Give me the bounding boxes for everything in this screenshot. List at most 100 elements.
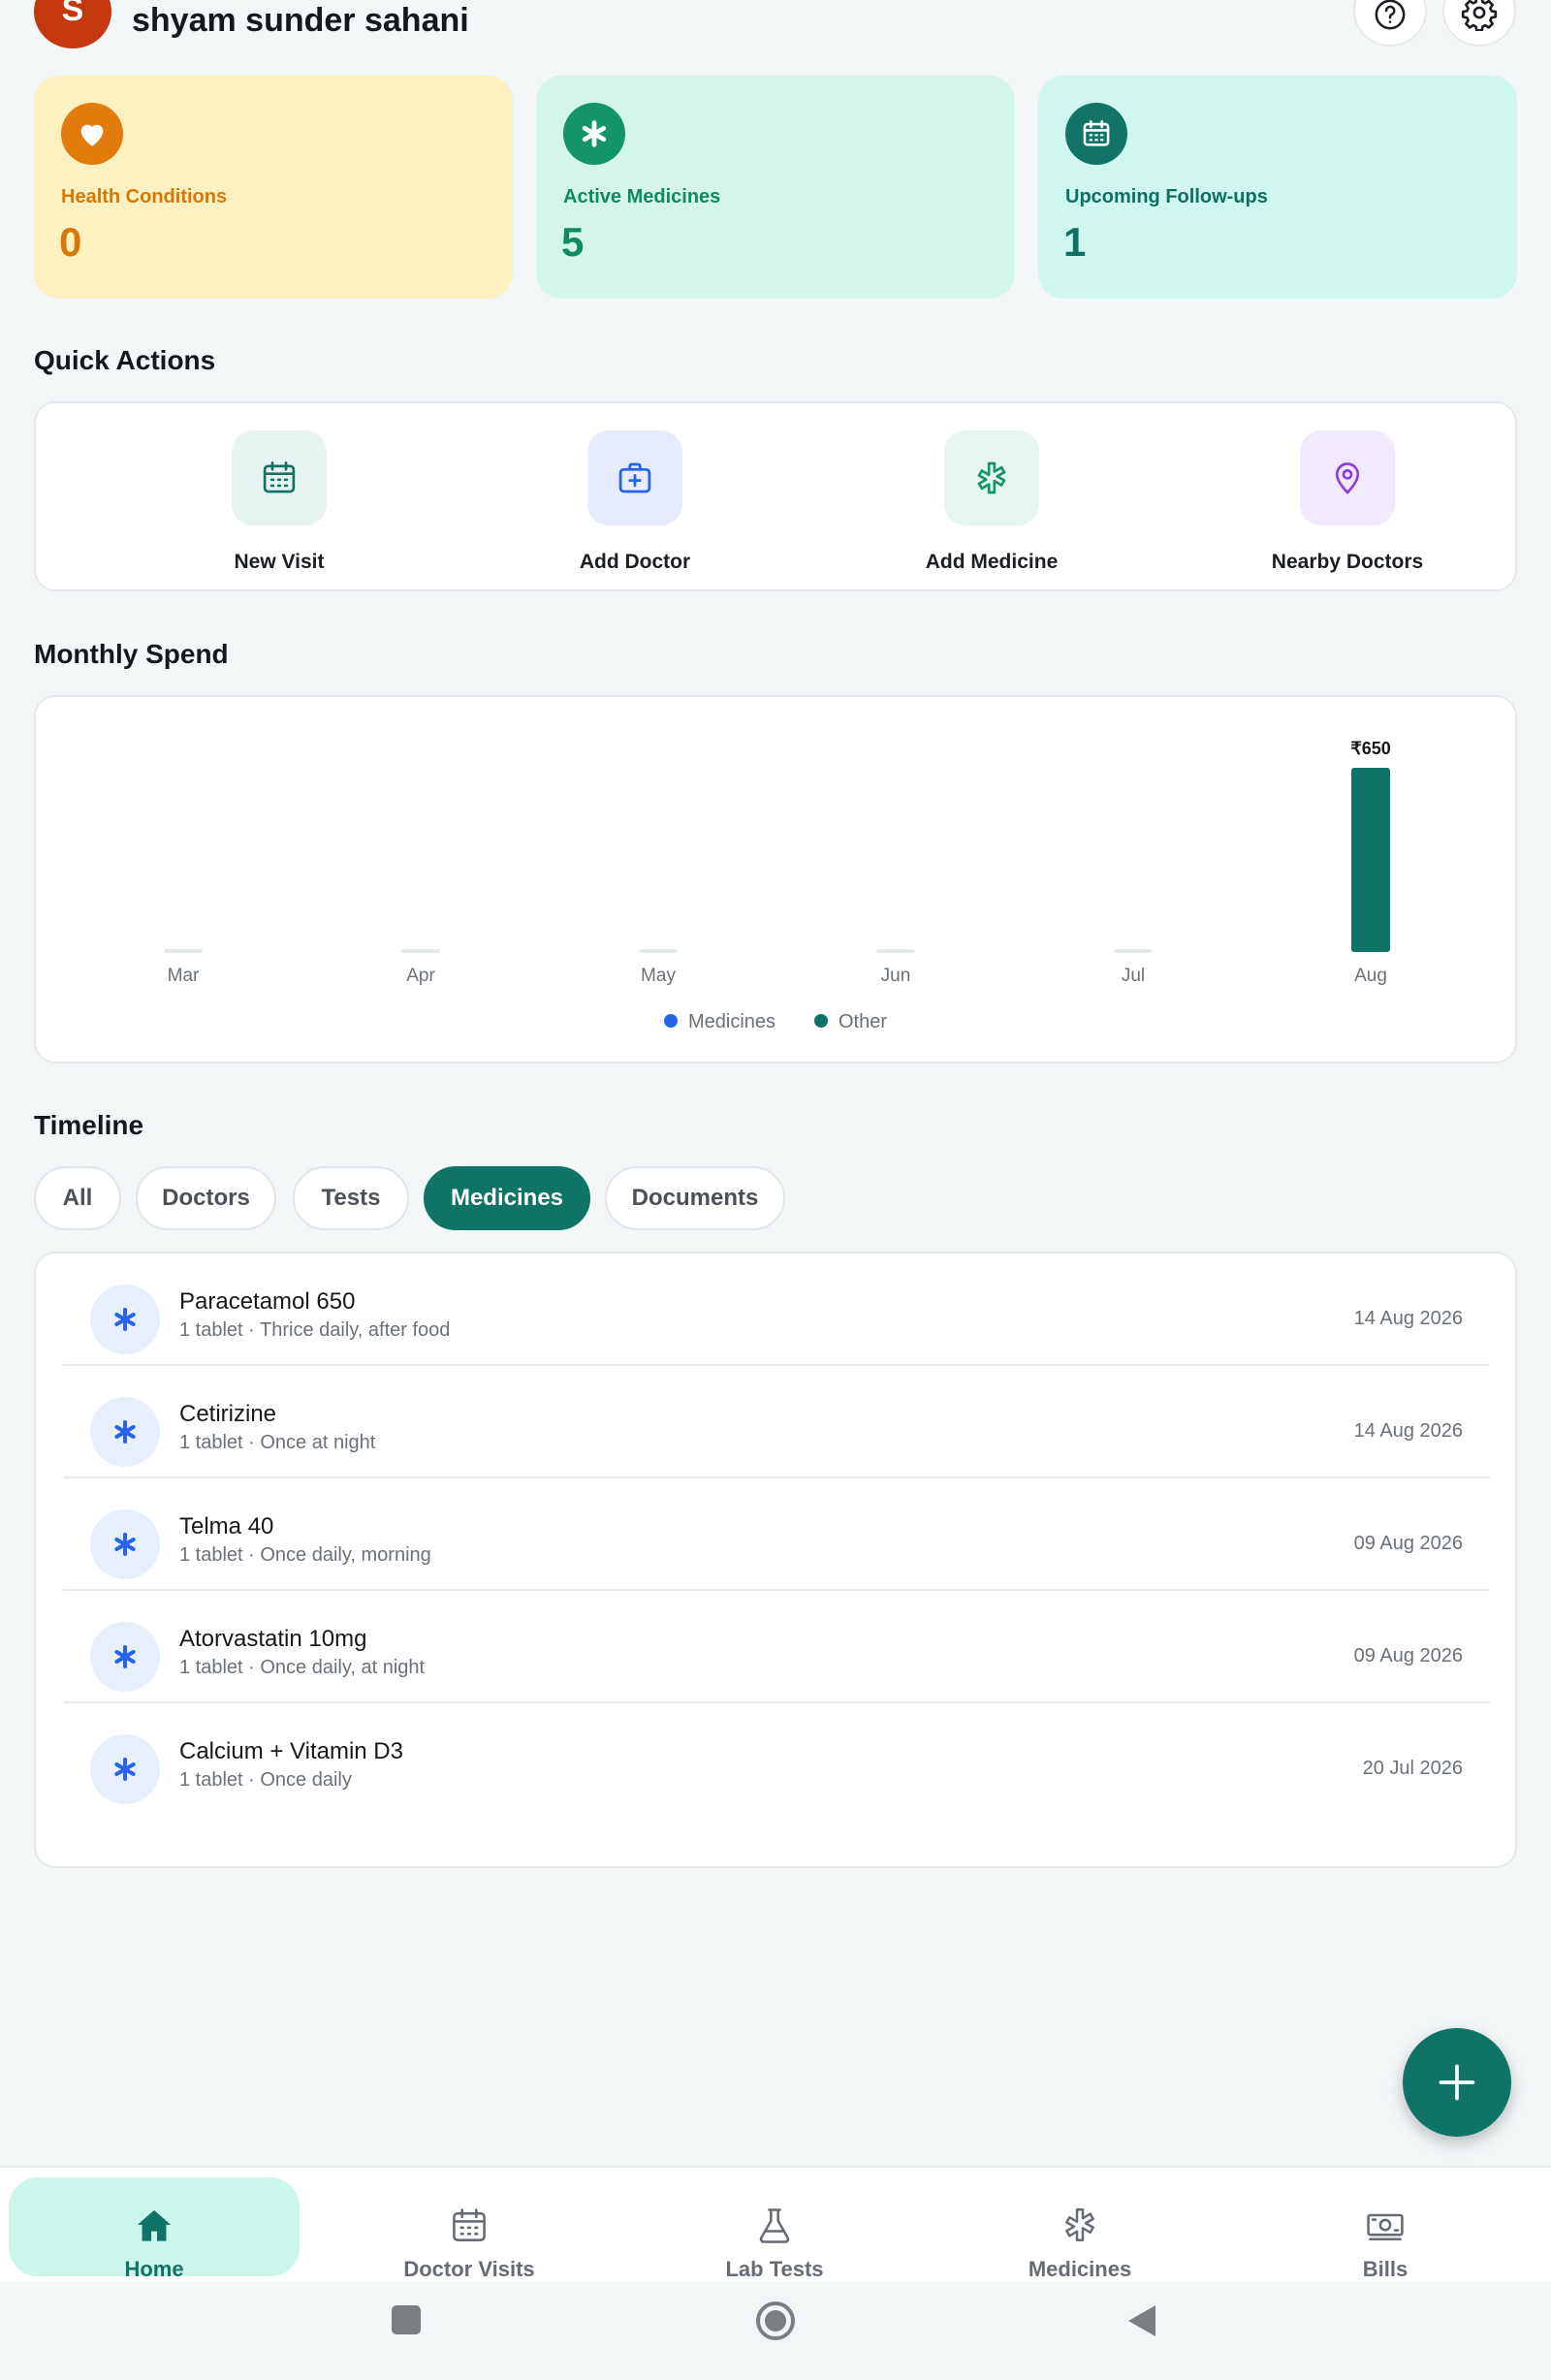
chart-tick-label: Apr xyxy=(406,966,435,986)
chart-tick-label: Jul xyxy=(1122,966,1145,986)
legend-swatch xyxy=(664,1014,678,1028)
quick-action-label: New Visit xyxy=(234,551,325,573)
new-visit-button[interactable]: New Visit xyxy=(163,430,396,576)
help-button[interactable] xyxy=(1353,0,1427,47)
timeline-item[interactable]: Telma 40 1 tablet · Once daily, morning … xyxy=(63,1478,1490,1591)
nav-bills[interactable]: Bills xyxy=(1240,2177,1531,2281)
asterisk-icon xyxy=(90,1397,160,1467)
nearby-doctors-button[interactable]: Nearby Doctors xyxy=(1231,430,1464,576)
add-doctor-button[interactable]: Add Doctor xyxy=(519,430,751,576)
plus-icon xyxy=(1439,2064,1475,2101)
asterisk-icon xyxy=(563,103,625,165)
medicine-icon xyxy=(1056,2205,1104,2247)
home-system-button[interactable] xyxy=(756,2301,795,2340)
stat-value: 0 xyxy=(59,219,82,265)
stat-label: Upcoming Follow-ups xyxy=(1065,186,1268,207)
active-medicines-card[interactable]: Active Medicines 5 xyxy=(536,76,1015,299)
chart-empty-bar xyxy=(876,949,915,953)
calendar-icon xyxy=(445,2205,493,2247)
nav-home[interactable]: Home xyxy=(9,2177,300,2281)
asterisk-icon xyxy=(90,1509,160,1579)
medicine-dosage: 1 tablet · Once at night xyxy=(179,1432,376,1453)
legend-label: Other xyxy=(839,1011,887,1032)
quick-action-label: Nearby Doctors xyxy=(1271,551,1424,573)
legend-label: Medicines xyxy=(688,1011,776,1032)
chart-tick-label: Aug xyxy=(1354,966,1387,986)
banknote-icon xyxy=(1361,2205,1409,2247)
add-fab-button[interactable] xyxy=(1403,2028,1511,2137)
home-dot-icon xyxy=(765,2310,786,2332)
bottom-nav: Home Doctor Visits Lab Tests Medicines B… xyxy=(0,2166,1551,2282)
chart-empty-bar xyxy=(1114,949,1153,953)
quick-actions-card: New Visit Add Doctor Add Medicine Nearby… xyxy=(34,401,1517,591)
chart-tick-label: Jun xyxy=(881,966,911,986)
medicine-dosage: 1 tablet · Once daily, morning xyxy=(179,1544,431,1566)
medicine-date: 14 Aug 2026 xyxy=(1353,1308,1463,1329)
chart-bar-other xyxy=(1351,768,1390,952)
nav-label: Bills xyxy=(1362,2257,1409,2281)
nav-doctor-visits[interactable]: Doctor Visits xyxy=(324,2177,615,2281)
asterisk-icon xyxy=(90,1622,160,1692)
medicine-icon xyxy=(944,430,1039,525)
medicine-name: Telma 40 xyxy=(179,1513,274,1539)
chart-empty-bar xyxy=(401,949,440,953)
timeline-item[interactable]: Atorvastatin 10mg 1 tablet · Once daily,… xyxy=(63,1591,1490,1703)
legend-swatch xyxy=(814,1014,828,1028)
asterisk-icon xyxy=(90,1734,160,1804)
medicine-dosage: 1 tablet · Once daily, at night xyxy=(179,1657,426,1678)
medicine-date: 14 Aug 2026 xyxy=(1353,1420,1463,1442)
chart-data-label: ₹650 xyxy=(1350,739,1390,758)
medicine-dosage: 1 tablet · Once daily xyxy=(179,1769,352,1791)
monthly-spend-title: Monthly Spend xyxy=(34,639,229,669)
quick-action-label: Add Doctor xyxy=(579,551,691,573)
quick-action-label: Add Medicine xyxy=(925,551,1059,573)
recents-button[interactable] xyxy=(392,2305,421,2334)
stat-label: Health Conditions xyxy=(61,186,228,207)
filter-chip-medicines[interactable]: Medicines xyxy=(424,1166,590,1230)
gear-icon xyxy=(1461,0,1498,31)
medicine-name: Cetirizine xyxy=(179,1401,277,1427)
stat-label: Active Medicines xyxy=(563,186,721,207)
filter-chip-all[interactable]: All xyxy=(34,1166,121,1230)
avatar[interactable]: S xyxy=(34,0,111,48)
timeline-item[interactable]: Calcium + Vitamin D3 1 tablet · Once dai… xyxy=(63,1703,1490,1816)
settings-button[interactable] xyxy=(1442,0,1516,47)
heart-icon xyxy=(61,103,123,165)
medicine-date: 20 Jul 2026 xyxy=(1362,1758,1463,1779)
nav-lab-tests[interactable]: Lab Tests xyxy=(629,2177,920,2281)
monthly-spend-chart-card: Mar Apr May Jun Jul ₹650 Aug Medicines Other xyxy=(34,695,1517,1063)
nav-label: Lab Tests xyxy=(725,2257,824,2281)
app-header: S shyam sunder sahani xyxy=(0,0,1551,54)
timeline-item[interactable]: Paracetamol 650 1 tablet · Thrice daily,… xyxy=(63,1253,1490,1366)
timeline-list: Paracetamol 650 1 tablet · Thrice daily,… xyxy=(34,1252,1517,1868)
add-medicine-button[interactable]: Add Medicine xyxy=(875,430,1108,576)
medicine-name: Calcium + Vitamin D3 xyxy=(179,1738,403,1764)
chart-empty-bar xyxy=(639,949,678,953)
medicine-name: Paracetamol 650 xyxy=(179,1288,356,1315)
upcoming-followups-card[interactable]: Upcoming Follow-ups 1 xyxy=(1038,76,1517,299)
quick-actions-title: Quick Actions xyxy=(34,345,216,375)
chart-empty-bar xyxy=(164,949,203,953)
health-conditions-card[interactable]: Health Conditions 0 xyxy=(34,76,513,299)
help-icon xyxy=(1375,0,1406,30)
flask-icon xyxy=(750,2205,799,2247)
chart-tick-label: May xyxy=(641,966,676,986)
avatar-letter: S xyxy=(61,0,84,28)
location-pin-icon xyxy=(1300,430,1395,525)
nav-medicines[interactable]: Medicines xyxy=(934,2177,1225,2281)
system-nav-bar xyxy=(0,2282,1551,2380)
monthly-spend-chart: Mar Apr May Jun Jul ₹650 Aug Medicines Other xyxy=(164,739,1391,1032)
medicine-dosage: 1 tablet · Thrice daily, after food xyxy=(179,1319,451,1341)
stat-value: 5 xyxy=(561,219,585,265)
medicine-name: Atorvastatin 10mg xyxy=(179,1626,367,1652)
calendar-icon xyxy=(1065,103,1127,165)
nav-label: Home xyxy=(124,2257,184,2281)
asterisk-icon xyxy=(90,1285,160,1354)
filter-chip-tests[interactable]: Tests xyxy=(293,1166,409,1230)
timeline-item[interactable]: Cetirizine 1 tablet · Once at night 14 A… xyxy=(63,1366,1490,1478)
filter-chip-doctors[interactable]: Doctors xyxy=(136,1166,276,1230)
medicine-date: 09 Aug 2026 xyxy=(1353,1533,1463,1554)
calendar-icon xyxy=(232,430,327,525)
filter-chip-documents[interactable]: Documents xyxy=(605,1166,785,1230)
back-button[interactable] xyxy=(1128,2305,1155,2336)
